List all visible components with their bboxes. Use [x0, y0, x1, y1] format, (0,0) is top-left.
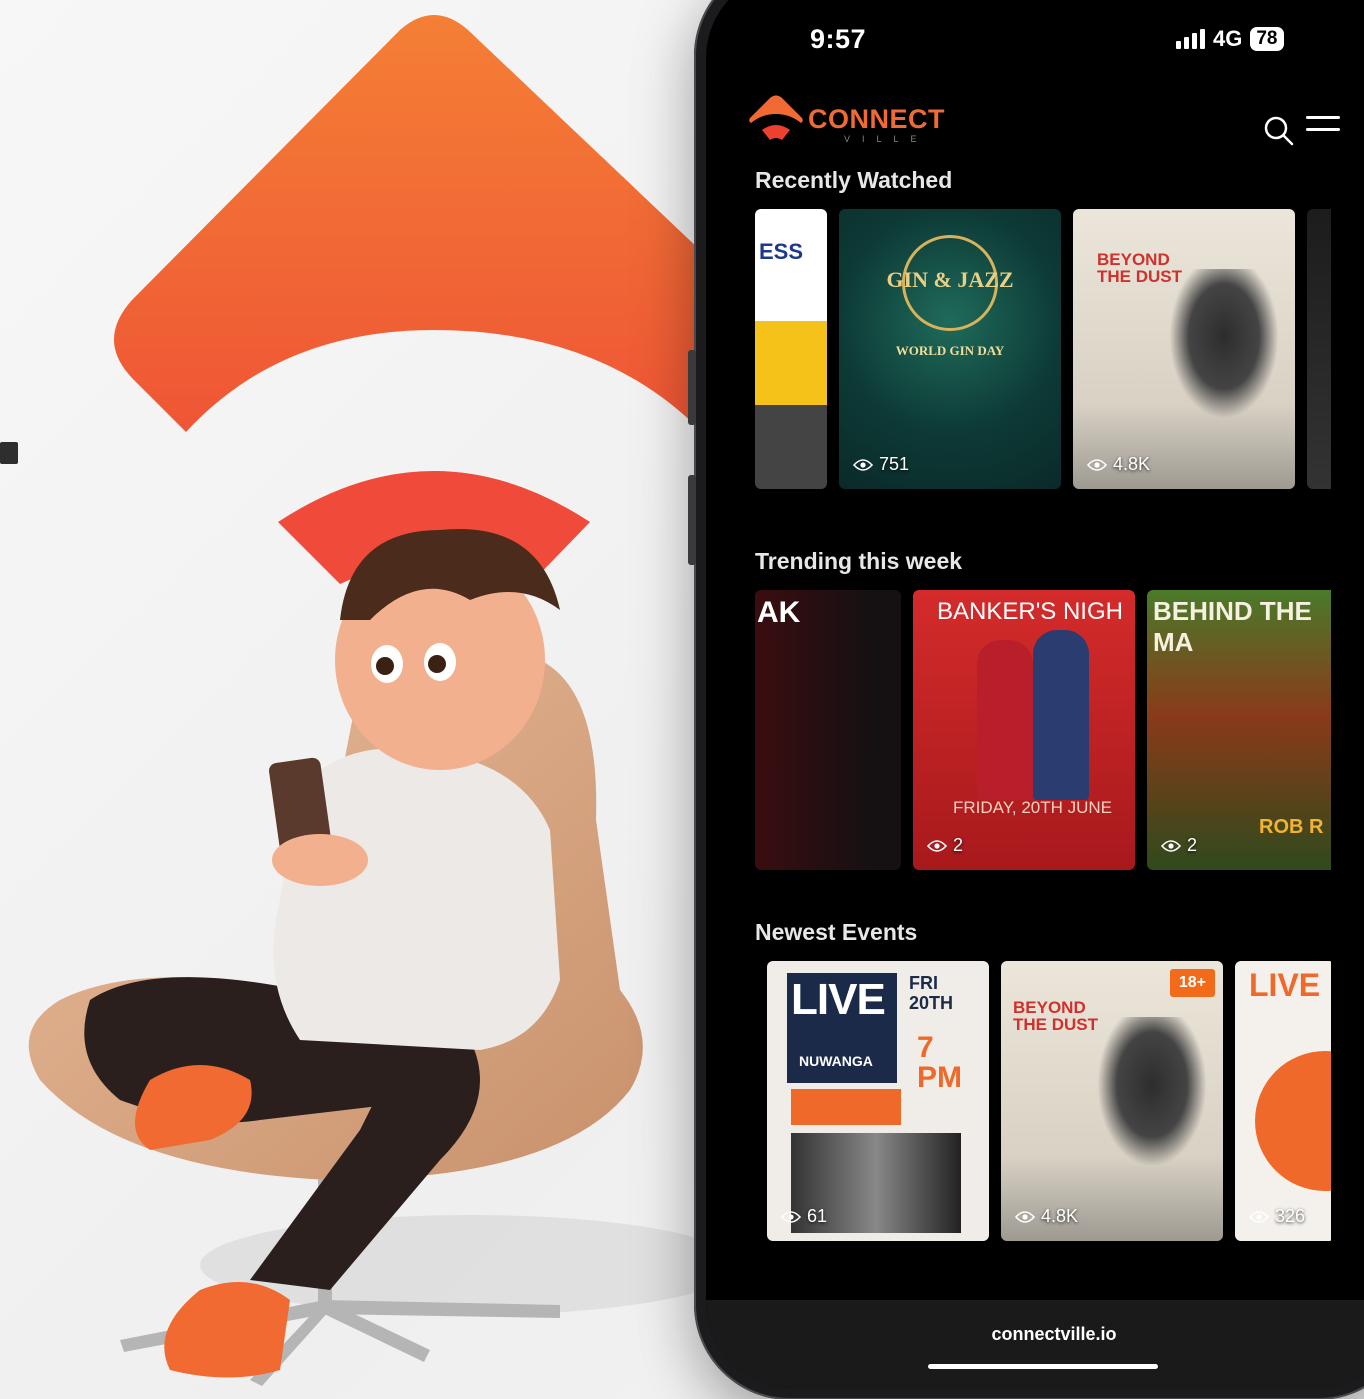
- event-card[interactable]: GIN & JAZZ WORLD GIN DAY 751: [839, 209, 1061, 489]
- view-count-value: 326: [1275, 1206, 1306, 1226]
- event-card[interactable]: ESS: [755, 209, 827, 489]
- phone-volume-down: [688, 475, 696, 565]
- view-count-value: 4.8K: [1113, 454, 1151, 474]
- view-count-value: 2: [953, 835, 964, 855]
- logo-text: CONNECT: [808, 104, 945, 134]
- section-title-trending: Trending this week: [755, 548, 963, 574]
- eye-icon: [1015, 1210, 1035, 1223]
- poster-title: GIN & JAZZ: [886, 267, 1014, 292]
- event-card[interactable]: [1307, 209, 1331, 489]
- logo-icon[interactable]: [748, 94, 804, 148]
- eye-icon: [781, 1210, 801, 1223]
- view-count: 2: [927, 835, 963, 856]
- poster-date: FRI 20TH: [909, 973, 954, 1013]
- poster-subtitle: FRIDAY, 20TH JUNE: [953, 798, 1113, 817]
- phone-mockup: 9:57 4G 78 CONNECT VILLE Recently Watche…: [688, 0, 1364, 1399]
- view-count-value: 61: [807, 1206, 828, 1226]
- poster-circle: [1255, 1051, 1331, 1191]
- view-count: 4.8K: [1087, 454, 1150, 475]
- age-rating-badge: 18+: [1169, 969, 1215, 997]
- event-card[interactable]: LIVE 326: [1235, 961, 1331, 1241]
- search-icon[interactable]: [1262, 114, 1296, 148]
- status-right: 4G 78: [1176, 26, 1284, 52]
- poster-figure: [1033, 630, 1089, 800]
- eye-icon: [927, 839, 947, 852]
- poster-title: BANKER'S NIGH: [937, 598, 1123, 625]
- home-indicator[interactable]: [928, 1364, 1158, 1369]
- poster-title: LIVE: [1249, 967, 1321, 1003]
- decorative-tab: [0, 442, 18, 464]
- recently-watched-row[interactable]: ESS GIN & JAZZ WORLD GIN DAY 751 BEYOND …: [755, 209, 1331, 489]
- event-card[interactable]: AK: [755, 590, 901, 870]
- newest-events-row[interactable]: LIVE NUWANGA FRI 20TH 7 PM 61 BEYOND THE…: [755, 961, 1331, 1241]
- eye-icon: [1249, 1210, 1269, 1223]
- phone-volume-up: [688, 350, 696, 425]
- app-screen: 9:57 4G 78 CONNECT VILLE Recently Watche…: [706, 12, 1364, 1388]
- view-count-value: 2: [1187, 835, 1198, 855]
- eye-icon: [853, 458, 873, 471]
- poster-subtitle: NUWANGA: [799, 1053, 873, 1069]
- view-count: 61: [781, 1206, 827, 1227]
- phone-screen: 9:57 4G 78 CONNECT VILLE Recently Watche…: [706, 0, 1364, 1388]
- section-title-recently-watched: Recently Watched: [755, 167, 953, 193]
- status-bar: 9:57 4G 78: [706, 22, 1364, 62]
- poster-title: ESS: [759, 239, 804, 264]
- view-count: 751: [853, 454, 909, 475]
- event-card[interactable]: LIVE NUWANGA FRI 20TH 7 PM 61: [767, 961, 989, 1241]
- logo-subtext: VILLE: [844, 134, 929, 144]
- poster-time: 7 PM: [917, 1031, 962, 1094]
- battery-icon: 78: [1250, 27, 1284, 51]
- trending-row[interactable]: AK BANKER'S NIGH FRIDAY, 20TH JUNE 2 BEH…: [755, 590, 1331, 870]
- view-count-value: 751: [879, 454, 910, 474]
- poster-title: AK: [757, 596, 801, 629]
- poster-photo: [1097, 1017, 1207, 1167]
- section-title-newest-events: Newest Events: [755, 919, 918, 945]
- event-card[interactable]: BEHIND THE MA ROB R 2: [1147, 590, 1331, 870]
- url-text[interactable]: connectville.io: [706, 1324, 1364, 1345]
- browser-url-bar[interactable]: connectville.io: [706, 1300, 1364, 1388]
- poster-subtitle: WORLD GIN DAY: [895, 343, 1005, 358]
- event-card[interactable]: BEYOND THE DUST 4.8K: [1073, 209, 1295, 489]
- poster-title: BEYOND THE DUST: [1013, 998, 1098, 1034]
- menu-icon[interactable]: [1306, 116, 1340, 146]
- app-header: CONNECT VILLE: [706, 84, 1364, 154]
- scene: 9:57 4G 78 CONNECT VILLE Recently Watche…: [0, 0, 1364, 1399]
- eye-icon: [1087, 458, 1107, 471]
- poster-subtitle: ROB R: [1259, 816, 1324, 838]
- event-card[interactable]: BEYOND THE DUST 18+ 4.8K: [1001, 961, 1223, 1241]
- signal-icon: [1176, 29, 1205, 49]
- poster-photo: [1169, 269, 1279, 419]
- poster-banner: [791, 1089, 901, 1125]
- network-label: 4G: [1213, 26, 1243, 51]
- eye-icon: [1161, 839, 1181, 852]
- poster-figure: [977, 640, 1033, 800]
- status-time: 9:57: [810, 24, 867, 54]
- view-count-value: 4.8K: [1041, 1206, 1079, 1226]
- view-count: 2: [1161, 835, 1197, 856]
- poster-title: LIVE: [791, 975, 886, 1024]
- view-count: 4.8K: [1015, 1206, 1078, 1227]
- poster-title: BEHIND THE MA: [1153, 596, 1312, 657]
- event-card[interactable]: BANKER'S NIGH FRIDAY, 20TH JUNE 2: [913, 590, 1135, 870]
- view-count: 326: [1249, 1206, 1305, 1227]
